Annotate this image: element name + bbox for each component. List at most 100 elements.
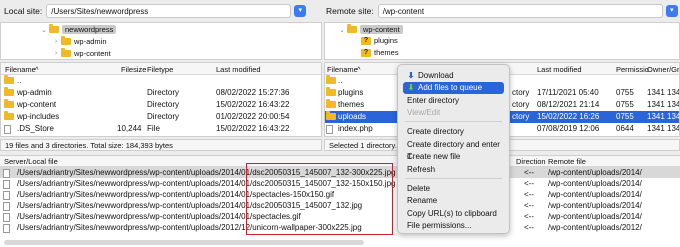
file-name: plugins: [338, 88, 364, 97]
file-type: ctory: [512, 88, 530, 97]
menu-item-delete[interactable]: Delete: [403, 183, 504, 195]
file-type: Directory: [147, 100, 180, 109]
chevron-down-icon[interactable]: ⌄: [39, 26, 49, 34]
menu-item-copy-urls[interactable]: Copy URL(s) to clipboard: [403, 208, 504, 220]
column-filetype[interactable]: Filetype: [147, 65, 173, 74]
file-permissions: 0755: [616, 100, 634, 109]
file-modified: 07/08/2019 12:06: [537, 124, 600, 133]
file-modified: 08/02/2022 15:27:36: [216, 88, 290, 97]
column-permissions[interactable]: Permissio: [616, 65, 649, 74]
menu-item-create-directory-and-enter[interactable]: Create directory and enter it: [403, 139, 504, 161]
remote-site-label: Remote site:: [326, 6, 374, 16]
queue-remote-file: /wp-content/uploads/2014/: [548, 168, 642, 177]
menu-item-create-new-file[interactable]: Create new file: [403, 151, 504, 163]
column-last-modified[interactable]: Last modified: [216, 65, 261, 74]
unknown-folder-icon: ?: [361, 36, 371, 45]
list-item[interactable]: wp-content Directory 15/02/2022 16:43:22: [1, 99, 321, 111]
file-name: ..: [17, 76, 22, 85]
local-site-input[interactable]: /Users/Sites/newwordpress: [46, 4, 292, 18]
column-direction[interactable]: Direction: [516, 157, 546, 166]
local-site-bar: Local site: /Users/Sites/newwordpress ▾: [4, 0, 322, 22]
tree-item-label: wp-content: [74, 49, 111, 58]
menu-item-download[interactable]: ⬇ Download: [403, 70, 504, 82]
file-permissions: 0755: [616, 88, 634, 97]
menu-item-refresh[interactable]: Refresh: [403, 164, 504, 176]
folder-icon: [61, 36, 71, 45]
file-type: ctory: [512, 112, 530, 121]
file-modified: 17/11/2021 05:40: [537, 88, 599, 97]
sort-ascending-icon[interactable]: ^: [357, 65, 361, 74]
menu-item-label: Download: [418, 71, 454, 80]
local-list-header: Filename ^ Filesize Filetype Last modifi…: [1, 63, 321, 75]
file-owner: 1341 134: [647, 112, 680, 121]
file-modified: 15/02/2022 16:43:22: [216, 100, 290, 109]
list-item[interactable]: wp-admin Directory 08/02/2022 15:27:36: [1, 87, 321, 99]
add-queue-arrow-icon: ⬇: [407, 83, 415, 92]
menu-item-label: Add files to queue: [418, 83, 483, 92]
queue-direction: <--: [524, 223, 534, 232]
folder-icon: [347, 24, 357, 33]
file-type: Directory: [147, 88, 180, 97]
file-type: ctory: [512, 100, 530, 109]
list-item[interactable]: wp-includes Directory 01/02/2022 20:00:5…: [1, 111, 321, 123]
file-modified: 15/02/2022 16:26: [537, 112, 600, 121]
file-name: themes: [338, 100, 365, 109]
file-name: wp-admin: [17, 88, 52, 97]
local-tree-item-wp-admin[interactable]: › wp-admin: [51, 36, 107, 47]
remote-tree-item-plugins[interactable]: ? plugins: [361, 35, 398, 46]
column-owner-group[interactable]: Owner/Gr: [647, 65, 679, 74]
queue-horizontal-scrollbar[interactable]: [4, 240, 364, 245]
column-filename[interactable]: Filename: [327, 65, 358, 74]
menu-separator: [405, 178, 502, 179]
file-owner: 1341 134: [647, 124, 680, 133]
context-menu: ⬇ Download ⬇ Add files to queue Enter dire…: [397, 64, 510, 234]
column-filesize[interactable]: Filesize: [121, 65, 146, 74]
file-permissions: 0644: [616, 124, 634, 133]
ftp-client-window: Local site: /Users/Sites/newwordpress ▾ …: [0, 0, 680, 247]
remote-tree-item-themes[interactable]: ? themes: [361, 47, 399, 58]
menu-item-enter-directory[interactable]: Enter directory: [403, 95, 504, 107]
download-arrow-icon: ⬇: [407, 71, 415, 80]
remote-site-dropdown-icon[interactable]: ▾: [665, 5, 678, 17]
queue-remote-file: /wp-content/uploads/2014/: [548, 212, 642, 221]
file-owner: 1341 134: [647, 100, 680, 109]
queue-remote-file: /wp-content/uploads/2012/: [548, 223, 642, 232]
local-tree-item-newwordpress[interactable]: ⌄ newwordpress: [39, 24, 117, 35]
list-item[interactable]: ..: [1, 75, 321, 87]
menu-item-view-edit[interactable]: View/Edit: [403, 107, 504, 119]
file-name: index.php: [338, 124, 373, 133]
menu-item-create-directory[interactable]: Create directory: [403, 126, 504, 138]
remote-tree-item-wp-content[interactable]: ⌄ wp-content: [337, 24, 403, 35]
menu-separator: [405, 121, 502, 122]
list-item[interactable]: .DS_Store 10,244 File 15/02/2022 16:43:2…: [1, 123, 321, 135]
chevron-right-icon[interactable]: ›: [51, 50, 61, 57]
sort-ascending-icon[interactable]: ^: [35, 65, 39, 74]
remote-site-input[interactable]: /wp-content: [377, 4, 663, 18]
chevron-down-icon[interactable]: ⌄: [337, 26, 347, 34]
local-site-dropdown-icon[interactable]: ▾: [294, 5, 307, 17]
chevron-right-icon[interactable]: ›: [51, 38, 61, 45]
menu-item-rename[interactable]: Rename: [403, 195, 504, 207]
local-tree-item-wp-content[interactable]: › wp-content: [51, 48, 111, 59]
folder-icon: [49, 24, 59, 33]
file-name: wp-content: [17, 100, 57, 109]
file-name: ..: [338, 76, 343, 85]
column-filename[interactable]: Filename: [5, 65, 36, 74]
menu-item-add-files-to-queue[interactable]: ⬇ Add files to queue: [403, 82, 504, 94]
menu-item-file-permissions[interactable]: File permissions...: [403, 220, 504, 232]
column-server-local-file[interactable]: Server/Local file: [4, 157, 58, 166]
local-status-bar: 19 files and 3 directories. Total size: …: [0, 139, 322, 151]
remote-site-bar: Remote site: /wp-content ▾: [326, 0, 680, 22]
local-file-list: Filename ^ Filesize Filetype Last modifi…: [0, 62, 322, 137]
local-site-label: Local site:: [4, 6, 43, 16]
remote-directory-tree: ⌄ wp-content ? plugins ? themes: [324, 22, 680, 60]
queue-direction: <--: [524, 212, 534, 221]
queue-direction: <--: [524, 190, 534, 199]
file-type: File: [147, 124, 160, 133]
column-last-modified[interactable]: Last modified: [537, 65, 582, 74]
folder-icon: [61, 48, 71, 57]
column-remote-file[interactable]: Remote file: [548, 157, 586, 166]
file-type: Directory: [147, 112, 180, 121]
highlight-box: [246, 163, 393, 235]
tree-item-label: themes: [374, 48, 399, 57]
